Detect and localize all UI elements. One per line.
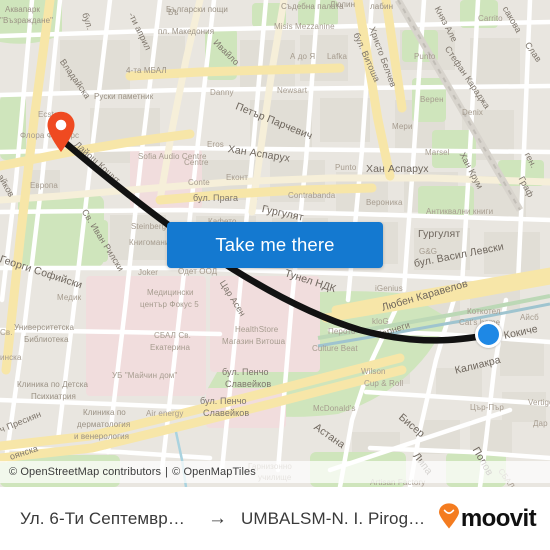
- attribution-osm[interactable]: © OpenStreetMap contributors: [9, 466, 161, 478]
- map-attribution: © OpenStreetMap contributors | © OpenMap…: [0, 461, 550, 483]
- trip-destination-label[interactable]: UMBALSM-N. I. Pirogov ...: [241, 509, 432, 529]
- attribution-separator: |: [165, 466, 169, 478]
- take-me-there-label: Take me there: [215, 234, 335, 255]
- take-me-there-button[interactable]: Take me there: [167, 222, 383, 268]
- attribution-tiles[interactable]: © OpenMapTiles: [172, 466, 256, 478]
- trip-origin-label[interactable]: Ул. 6-Ти Септември / ...: [20, 509, 194, 529]
- map-view[interactable]: Аквапарк "Възраждане" Съдебна палата Българ…: [0, 0, 550, 487]
- trip-endpoints: Ул. 6-Ти Септември / ... → UMBALSM-N. I.…: [20, 509, 432, 529]
- destination-dot-icon[interactable]: [475, 321, 502, 348]
- moovit-trip-screen: Аквапарк "Възраждане" Съдебна палата Българ…: [0, 0, 550, 550]
- moovit-wordmark: moovit: [460, 504, 537, 532]
- moovit-logo[interactable]: moovit: [438, 503, 537, 534]
- moovit-pin-icon: [438, 503, 460, 534]
- arrow-right-icon: →: [207, 508, 227, 529]
- trip-summary-bar: Ул. 6-Ти Септември / ... → UMBALSM-N. I.…: [0, 487, 550, 550]
